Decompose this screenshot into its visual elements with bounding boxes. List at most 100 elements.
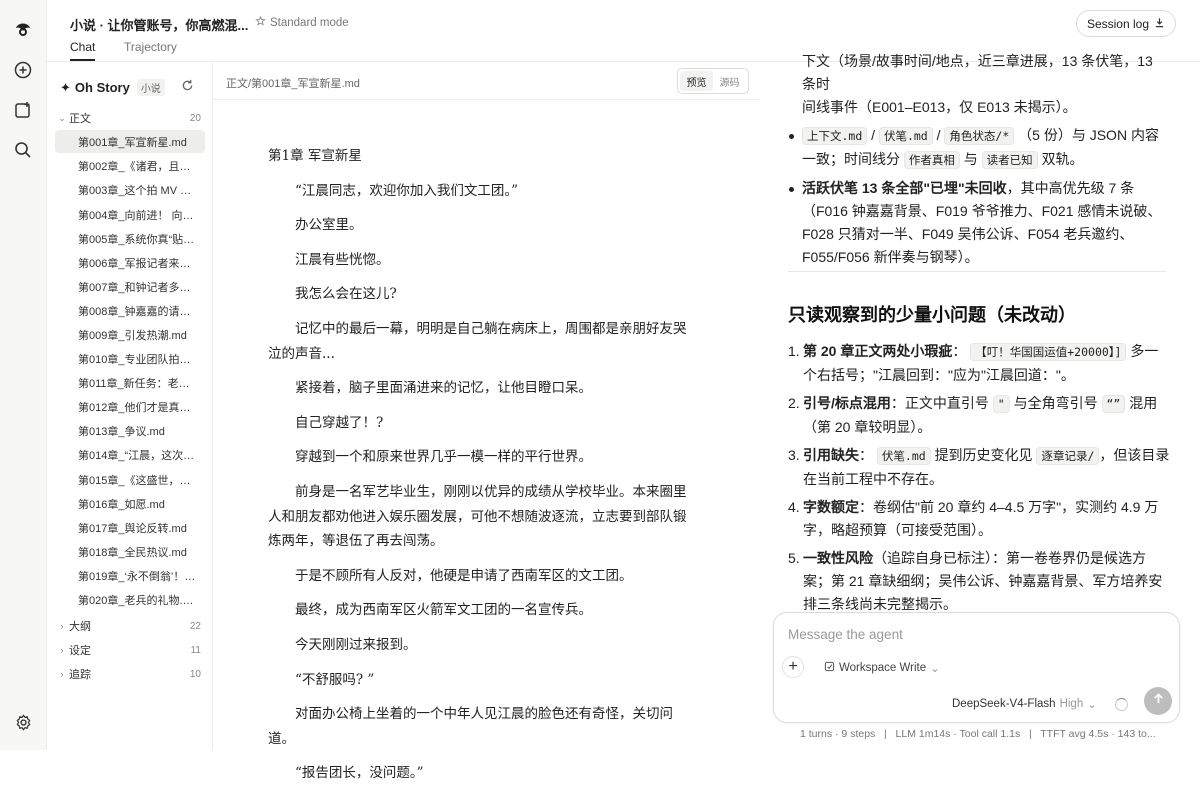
inline-code: 角色状态/*: [944, 127, 1015, 145]
paragraph: 记忆中的最后一幕，明明是自己躺在病床上，周围都是亲朋好友哭泣的声音...: [268, 320, 687, 362]
list-item: 3. 引用缺失： 伏笔.md 提到历史变化见 逐章记录/，但该目录在当前工程中不存…: [788, 447, 1170, 487]
bullet-item: 活跃伏笔 13 条全部"已埋"未回收，其中高优先级 7 条（F016 钟嘉嘉背景…: [788, 177, 1170, 269]
new-chat-icon[interactable]: [12, 59, 34, 81]
paragraph: 自己穿越了！?: [295, 414, 384, 431]
file-tree-panel: ✦ Oh Story 小说 ⌄ 正文 20 第001章_军宣新星.md 第002…: [47, 62, 213, 750]
file-item[interactable]: 第007章_和钟记者多联...: [55, 275, 205, 298]
paragraph: “不舒服吗? ”: [295, 671, 375, 688]
list-item: 5. 一致性风险（追踪自身已标注）：第一卷卷界仍是候选方案；第 21 章缺细纲；吴…: [788, 550, 1163, 612]
file-item[interactable]: 第016章_如愿.md: [55, 492, 205, 515]
file-item[interactable]: 第001章_军宣新星.md: [55, 130, 205, 153]
model-label: DeepSeek-V4-Flash: [952, 698, 1056, 710]
session-log-label: Session log: [1086, 16, 1149, 31]
file-item[interactable]: 第002章_《诸君，且听...: [55, 154, 205, 177]
chevron-right-icon: ›: [60, 669, 64, 679]
chapter-heading: 第1章 军宣新星: [268, 148, 362, 164]
document-toolbar: 正文/第001章_军宣新星.md 预览 源码: [213, 62, 760, 100]
file-path: 正文/第001章_军宣新星.md: [226, 78, 360, 90]
folder-label: 正文: [69, 113, 91, 125]
file-item[interactable]: 第005章_系统你真“贴心...: [55, 227, 205, 250]
file-item[interactable]: 第019章_‘永不倒翁’！.md: [55, 564, 205, 587]
paragraph: 我怎么会在这儿?: [295, 286, 397, 303]
file-item[interactable]: 第013章_争议.md: [55, 419, 205, 442]
file-item[interactable]: 第004章_向前进！ 向前...: [55, 203, 205, 226]
view-toggle: 预览 源码: [677, 68, 749, 94]
effort-label: High: [1059, 698, 1084, 710]
mode-label: Standard mode: [270, 17, 349, 29]
bullet-item: 上下文.md / 伏笔.md / 角色状态/* （5 份）与 JSON 内容一致…: [788, 124, 1170, 172]
session-log-button[interactable]: Session log: [1075, 10, 1176, 37]
file-item[interactable]: 第017章_舆论反转.md: [55, 516, 205, 539]
file-item[interactable]: 第010章_专业团队拍得...: [55, 347, 205, 370]
folder-zhuizong[interactable]: › 追踪 10: [55, 663, 205, 685]
arrow-up-icon: [1152, 692, 1165, 710]
folder-sheding[interactable]: › 设定 11: [55, 639, 205, 661]
folder-count: 11: [190, 644, 201, 656]
add-panel-icon[interactable]: [12, 99, 34, 121]
file-item[interactable]: 第003章_这个拍 MV 的...: [55, 178, 205, 201]
file-item[interactable]: 第015章_《这盛世，如...: [55, 468, 205, 491]
file-item[interactable]: 第014章_“江晨，这次你...: [55, 443, 205, 466]
preview-toggle[interactable]: 预览: [680, 71, 713, 91]
folder-label: 设定: [69, 645, 91, 657]
folder-count: 22: [189, 620, 201, 632]
list-item: 1. 第 20 章正文两处小瑕疵： 【叮！华国国运值+20000】] 多一个右括号…: [788, 343, 1159, 383]
chevron-down-icon: ⌄: [1087, 699, 1097, 711]
message-line: 下文（场景/故事时间/地点，近三章进展，13 条伏笔，13 条时: [802, 53, 1153, 92]
paragraph: “江晨同志，欢迎你加入我们文工团。”: [295, 182, 519, 199]
download-icon: [1154, 17, 1165, 31]
inline-code: 作者真相: [903, 151, 960, 169]
agent-message-top: 下文（场景/故事时间/地点，近三章进展，13 条伏笔，13 条时 间线事件（E0…: [788, 50, 1170, 274]
attach-button[interactable]: +: [782, 656, 804, 678]
workspace-icon: [824, 661, 835, 675]
tab-chat[interactable]: Chat: [70, 40, 96, 61]
tab-trajectory[interactable]: Trajectory: [124, 40, 177, 54]
list-item: 2. 引号/标点混用：正文中直引号 " 与全角弯引号 “” 混用（第 20 章较明…: [788, 395, 1158, 435]
list-item: 4. 字数额定：卷纲估"前 20 章约 4–4.5 万字"，实测约 4.9 万字，…: [788, 499, 1159, 538]
section-heading: 只读观察到的少量小问题（未改动）: [788, 305, 1076, 325]
project-name: Oh Story: [74, 80, 130, 95]
file-item[interactable]: 第011章_新任务：老兵...: [55, 371, 205, 394]
project-header: ✦ Oh Story 小说: [60, 79, 165, 96]
refresh-icon[interactable]: [181, 79, 195, 93]
paragraph: 前身是一名军艺毕业生，刚刚以优异的成绩从学校毕业。本来圈里人和朋友都劝他进入娱乐…: [268, 483, 687, 550]
inline-code: “”: [1101, 395, 1126, 413]
file-item[interactable]: 第008章_钟嘉嘉的请求....: [55, 299, 205, 322]
folder-zhengwen[interactable]: ⌄ 正文 20: [55, 107, 205, 129]
source-toggle[interactable]: 源码: [713, 71, 746, 91]
workspace-permission-select[interactable]: Workspace Write ⌄: [824, 661, 940, 675]
inline-code: ": [992, 395, 1010, 413]
file-item[interactable]: 第006章_军报记者来采...: [55, 251, 205, 274]
run-stats: 1 turns · 9 steps | LLM 1m14s · Tool cal…: [800, 728, 1156, 740]
mode-indicator: Standard mode: [255, 15, 349, 30]
issues-list: 1. 第 20 章正文两处小瑕疵： 【叮！华国国运值+20000】] 多一个右括号…: [788, 340, 1170, 621]
paragraph: “报告团长，没问题。”: [295, 765, 424, 782]
paragraph: 对面办公椅上坐着的一个中年人见江晨的脸色还有奇怪，关切问道。: [268, 706, 673, 747]
file-item[interactable]: 第020章_老兵的礼物.md: [55, 588, 205, 611]
session-title: 小说 · 让你管账号，你高燃混...: [70, 18, 249, 33]
inline-code: 伏笔.md: [878, 127, 933, 145]
app-logo-icon[interactable]: [12, 18, 34, 40]
send-button[interactable]: [1144, 687, 1172, 715]
folder-count: 10: [189, 668, 201, 680]
search-icon[interactable]: [12, 139, 34, 161]
project-tag: 小说: [136, 79, 165, 96]
paragraph: 今天刚刚过来报到。: [295, 636, 417, 653]
workspace-label: Workspace Write: [839, 662, 927, 674]
mode-icon: [255, 15, 266, 30]
settings-icon[interactable]: [12, 711, 34, 733]
folder-label: 追踪: [69, 669, 91, 681]
folder-dagang[interactable]: › 大纲 22: [55, 615, 205, 637]
file-item[interactable]: 第009章_引发热潮.md: [55, 323, 205, 346]
message-composer: Message the agent + Workspace Write ⌄ De…: [773, 612, 1180, 723]
file-item[interactable]: 第012章_他们才是真正...: [55, 395, 205, 418]
inline-code: 【叮！华国国运值+20000】]: [970, 343, 1127, 361]
paragraph: 办公室里。: [295, 217, 363, 234]
model-select[interactable]: DeepSeek-V4-Flash High ⌄: [952, 697, 1097, 711]
document-panel: 正文/第001章_军宣新星.md 预览 源码 第1章 军宣新星 “江晨同志，欢迎…: [213, 62, 760, 781]
divider: [788, 271, 1166, 272]
message-input[interactable]: Message the agent: [788, 627, 903, 642]
file-item[interactable]: 第018章_全民热议.md: [55, 540, 205, 563]
inline-code: 逐章记录/: [1036, 447, 1100, 465]
chat-panel: 下文（场景/故事时间/地点，近三章进展，13 条伏笔，13 条时 间线事件（E0…: [760, 53, 1200, 750]
